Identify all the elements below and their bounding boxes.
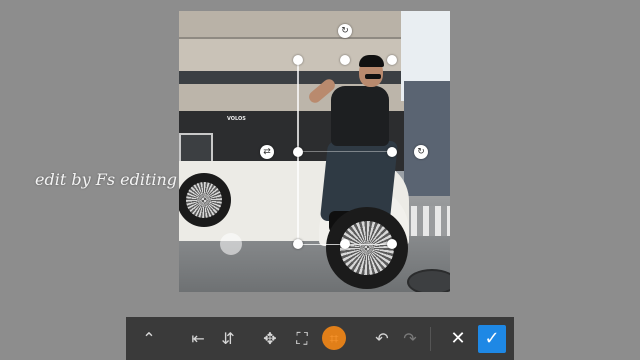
resize-handle-bottom-right[interactable] — [387, 239, 397, 249]
close-icon[interactable]: ✕ — [444, 325, 472, 353]
car-wheel-front — [179, 173, 231, 227]
person-hair — [359, 55, 384, 67]
resize-handle-bottom[interactable] — [340, 239, 350, 249]
watermark-text: edit by Fs editing — [35, 170, 178, 189]
flip-horizontal-icon[interactable]: ⇤ — [184, 325, 212, 353]
redo-icon[interactable]: ↷ — [396, 325, 424, 353]
sunglasses — [365, 74, 381, 79]
flip-vertical-icon[interactable]: ⇵ — [214, 325, 242, 353]
undo-icon[interactable]: ↶ — [368, 325, 396, 353]
transform-icon[interactable]: ⛶ — [288, 325, 316, 353]
tap-indicator — [322, 326, 346, 350]
rotate-side-handle-icon[interactable]: ↻ — [414, 145, 428, 159]
background-building-right — [404, 81, 450, 201]
resize-handle-top-right[interactable] — [387, 55, 397, 65]
selection-guide-middle — [297, 151, 392, 152]
manhole — [407, 269, 450, 292]
person-torso — [331, 86, 389, 146]
resize-handle-top-left[interactable] — [293, 55, 303, 65]
confirm-icon[interactable]: ✓ — [478, 325, 506, 353]
flip-handle-icon[interactable]: ⇄ — [260, 145, 274, 159]
resize-handle-right[interactable] — [387, 147, 397, 157]
bottom-toolbar: ⌃ ⇤ ⇵ ✥ ⛶ ⌗ ↶ ↷ ✕ ✓ — [126, 317, 514, 360]
chevron-up-icon[interactable]: ⌃ — [135, 325, 163, 353]
store-sign: VOLOS — [227, 116, 246, 122]
car-wheel-rear — [326, 207, 408, 289]
toolbar-divider — [430, 327, 431, 351]
resize-handle-top[interactable] — [340, 55, 350, 65]
move-icon[interactable]: ✥ — [256, 325, 284, 353]
resize-handle-bottom-left[interactable] — [293, 239, 303, 249]
resize-handle-left[interactable] — [293, 147, 303, 157]
rotate-handle-icon[interactable]: ↻ — [338, 24, 352, 38]
touch-indicator — [220, 233, 242, 255]
